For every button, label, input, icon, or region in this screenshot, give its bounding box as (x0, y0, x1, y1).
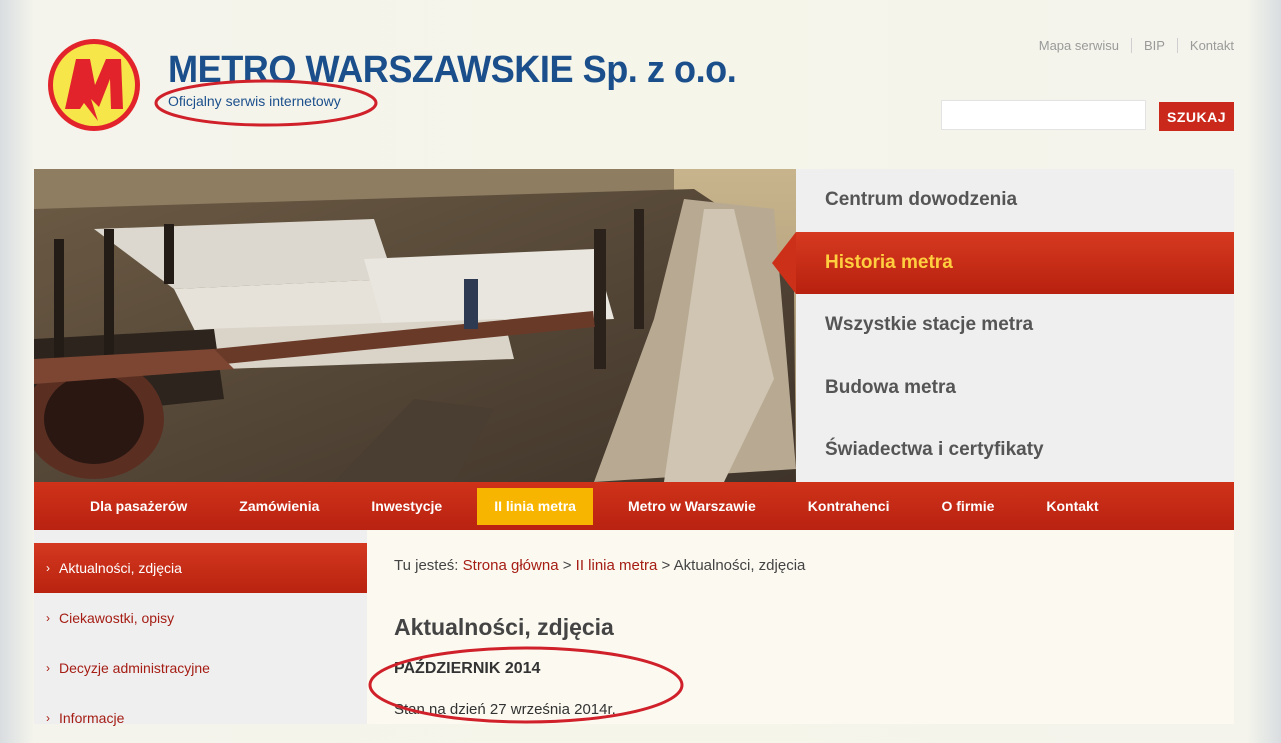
breadcrumb-separator: > (661, 557, 671, 574)
side-menu-item-centrum[interactable]: Centrum dowodzenia (796, 169, 1234, 232)
breadcrumb: Tu jesteś: Strona główna > II linia metr… (394, 557, 805, 574)
chevron-right-icon: › (46, 611, 50, 625)
chevron-right-icon: › (46, 711, 50, 725)
brand-subtitle: Oficjalny serwis internetowy (168, 93, 341, 109)
search-button[interactable]: SZUKAJ (1159, 102, 1234, 131)
month-heading: PAŹDZIERNIK 2014 (394, 660, 541, 677)
breadcrumb-prefix: Tu jesteś: (394, 557, 459, 574)
status-date-text: Stan na dzień 27 września 2014r. (394, 701, 616, 718)
top-links: Mapa serwisu BIP Kontakt (1027, 38, 1234, 53)
breadcrumb-home-link[interactable]: Strona główna (463, 557, 559, 574)
side-menu-item-historia[interactable]: Historia metra (772, 231, 1234, 295)
nav-item-ii-linia[interactable]: II linia metra (477, 487, 593, 525)
brand-title: METRO WARSZAWSKIE Sp. z o.o. (168, 49, 737, 91)
breadcrumb-current: Aktualności, zdjęcia (673, 557, 806, 574)
left-menu-item-decyzje[interactable]: › Decyzje administracyjne (34, 643, 367, 693)
chevron-right-icon: › (46, 661, 50, 675)
breadcrumb-section-link[interactable]: II linia metra (576, 557, 658, 574)
main-nav: Dla pasażerów Zamówienia Inwestycje II l… (34, 482, 1234, 530)
left-menu-label: Decyzje administracyjne (59, 660, 210, 676)
metro-logo[interactable] (46, 37, 142, 133)
nav-item-kontrahenci[interactable]: Kontrahenci (791, 488, 907, 525)
breadcrumb-separator: > (562, 557, 572, 574)
hero-construction-photo (34, 169, 796, 482)
chevron-right-icon: › (46, 561, 50, 575)
left-menu: › Aktualności, zdjęcia › Ciekawostki, op… (34, 530, 387, 726)
left-menu-label: Ciekawostki, opisy (59, 610, 175, 626)
side-menu-item-budowa[interactable]: Budowa metra (796, 357, 1234, 420)
search-input[interactable] (941, 100, 1146, 130)
nav-item-metro-warszawie[interactable]: Metro w Warszawie (611, 488, 773, 525)
nav-item-pasazerow[interactable]: Dla pasażerów (73, 488, 204, 525)
history-side-menu: Centrum dowodzenia Historia metra Wszyst… (772, 169, 1234, 482)
left-menu-item-ciekawostki[interactable]: › Ciekawostki, opisy (34, 593, 367, 643)
top-link-contact[interactable]: Kontakt (1176, 38, 1234, 53)
nav-item-kontakt[interactable]: Kontakt (1029, 488, 1115, 525)
nav-item-zamowienia[interactable]: Zamówienia (222, 488, 336, 525)
main-content: Tu jesteś: Strona główna > II linia metr… (367, 530, 1234, 724)
side-menu-item-certyfikaty[interactable]: Świadectwa i certyfikaty (796, 419, 1234, 482)
left-menu-label: Aktualności, zdjęcia (59, 560, 182, 576)
left-menu-item-informacje[interactable]: › Informacje (34, 693, 367, 743)
nav-item-inwestycje[interactable]: Inwestycje (354, 488, 459, 525)
top-link-bip[interactable]: BIP (1130, 38, 1177, 53)
page-title: Aktualności, zdjęcia (394, 614, 614, 640)
top-link-sitemap[interactable]: Mapa serwisu (1027, 38, 1131, 53)
side-menu-item-stacje[interactable]: Wszystkie stacje metra (796, 294, 1234, 357)
nav-item-o-firmie[interactable]: O firmie (924, 488, 1011, 525)
left-menu-item-aktualnosci[interactable]: › Aktualności, zdjęcia (34, 543, 387, 593)
